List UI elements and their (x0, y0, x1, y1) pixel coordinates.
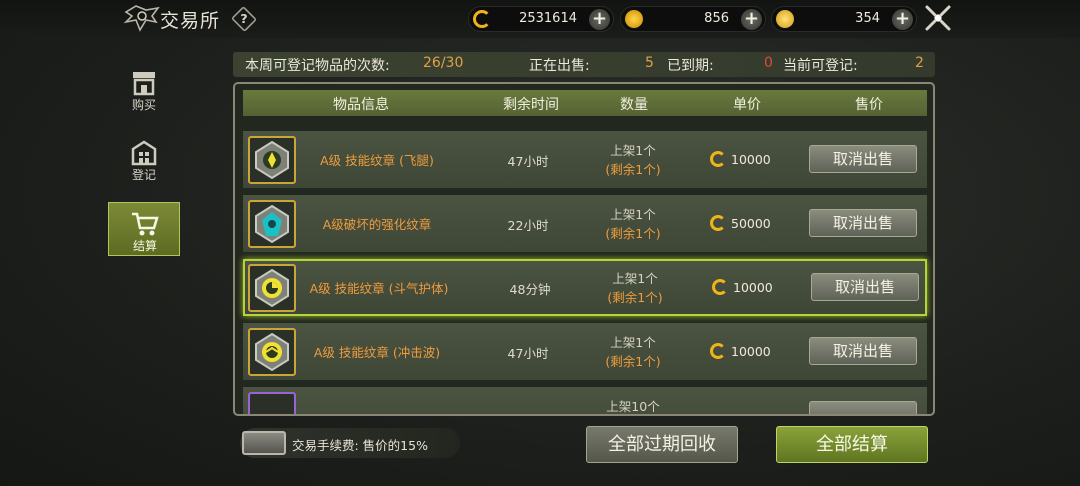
emblem-icon (248, 200, 296, 248)
gem-currency-display: 354 + (771, 6, 917, 32)
quantity: 上架1个 (剩余1个) (593, 333, 673, 371)
quantity-remaining: (剩余1个) (605, 354, 661, 369)
close-icon[interactable] (924, 4, 952, 32)
gold-currency-display: 856 + (620, 6, 766, 32)
settle-all-button[interactable]: 全部结算 (776, 426, 928, 463)
coin-icon (473, 10, 491, 28)
remaining-time: 47小时 (507, 346, 549, 361)
quantity: 上架1个 (剩余1个) (593, 141, 673, 179)
sidebar-item-register[interactable]: 登记 (108, 132, 180, 186)
unit-price: 50000 (710, 215, 771, 231)
table-row-selected[interactable]: A级 技能纹章 (斗气护体) 48分钟 上架1个 (剩余1个) 10000 取消出… (243, 259, 927, 316)
weekly-value: 26/30 (423, 55, 464, 71)
remaining-time: 48分钟 (509, 282, 551, 297)
emblem-icon (248, 136, 296, 184)
gold-icon (625, 10, 643, 28)
coin-icon (712, 279, 728, 295)
coin-icon (710, 215, 726, 231)
item-name: A级 技能纹章 (飞腿) (320, 153, 434, 168)
remaining-time: 47小时 (507, 154, 549, 169)
header-quantity: 数量 (620, 97, 648, 113)
table-header: 物品信息 剩余时间 数量 单价 售价 (243, 90, 927, 116)
registerable-value: 2 (915, 55, 924, 71)
add-coin-button[interactable]: + (589, 9, 610, 30)
unit-price-value: 10000 (733, 280, 773, 295)
selling-label: 正在出售: (529, 58, 590, 74)
quantity-remaining: (剩余1个) (605, 162, 661, 177)
stats-bar: 本周可登记物品的次数: 26/30 正在出售: 5 已到期: 0 当前可登记: … (233, 52, 935, 77)
expired-label: 已到期: (667, 58, 714, 74)
unit-price-value: 50000 (731, 216, 771, 231)
add-gem-button[interactable]: + (892, 9, 913, 30)
unit-price: 10000 (710, 151, 771, 167)
gem-icon (776, 10, 794, 28)
selling-value: 5 (645, 55, 654, 71)
coin-amount: 2531614 (519, 11, 577, 26)
fee-info: 交易手续费: 售价的15% (240, 428, 460, 458)
unit-price: 10000 (710, 343, 771, 359)
quantity: 上架1个 (剩余1个) (595, 269, 675, 307)
table-row[interactable]: A级破坏的强化纹章 22小时 上架1个 (剩余1个) 50000 取消出售 (243, 195, 927, 252)
table-row[interactable]: 上架10个 (243, 387, 927, 414)
item-name: A级破坏的强化纹章 (322, 217, 432, 232)
gem-amount: 354 (855, 11, 880, 26)
quantity-listed: 上架1个 (610, 143, 656, 158)
quantity: 上架10个 (593, 397, 673, 414)
gold-amount: 856 (704, 11, 729, 26)
table-row[interactable]: A级 技能纹章 (飞腿) 47小时 上架1个 (剩余1个) 10000 取消出售 (243, 131, 927, 188)
quantity-listed: 上架1个 (610, 335, 656, 350)
unit-price: 10000 (712, 279, 773, 295)
header-unit-price: 单价 (733, 97, 761, 113)
unit-price-value: 10000 (731, 152, 771, 167)
dragon-logo-icon (123, 5, 160, 32)
header-time: 剩余时间 (503, 97, 559, 113)
item-name: A级 技能纹章 (斗气护体) (309, 281, 449, 296)
sidebar-item-label: 登记 (131, 168, 156, 182)
quantity-listed: 上架1个 (612, 271, 658, 286)
emblem-icon (248, 328, 296, 376)
cancel-sale-button[interactable]: 取消出售 (809, 209, 917, 237)
weekly-label: 本周可登记物品的次数: (245, 58, 390, 74)
unit-price-value: 10000 (731, 344, 771, 359)
expired-value: 0 (764, 55, 773, 71)
help-icon: ? (240, 11, 248, 27)
coin-icon (710, 343, 726, 359)
quantity: 上架1个 (剩余1个) (593, 205, 673, 243)
fee-ticket-icon (242, 431, 286, 455)
coin-icon (710, 151, 726, 167)
cancel-sale-button[interactable]: 取消出售 (809, 337, 917, 365)
quantity-remaining: (剩余1个) (607, 290, 663, 305)
sidebar-item-settle[interactable]: 结算 (108, 202, 180, 256)
sidebar-item-label: 购买 (131, 98, 156, 112)
shop-icon (133, 72, 155, 96)
sidebar-item-label: 结算 (132, 239, 157, 253)
coin-currency-display: 2531614 + (468, 6, 614, 32)
emblem-icon (248, 264, 296, 312)
sidebar-item-buy[interactable]: 购买 (108, 62, 180, 116)
quantity-listed: 上架10个 (606, 399, 660, 414)
fee-text: 交易手续费: 售价的15% (292, 438, 428, 453)
item-name: A级 技能纹章 (冲击波) (313, 345, 441, 360)
reclaim-expired-button[interactable]: 全部过期回收 (586, 426, 738, 463)
help-button[interactable]: ? (230, 5, 258, 33)
cancel-sale-button[interactable]: 取消出售 (809, 145, 917, 173)
register-icon (131, 140, 157, 166)
table-row[interactable]: A级 技能纹章 (冲击波) 47小时 上架1个 (剩余1个) 10000 取消出售 (243, 323, 927, 380)
header-item-info: 物品信息 (333, 97, 389, 113)
quantity-listed: 上架1个 (610, 207, 656, 222)
header-sale-price: 售价 (855, 97, 883, 113)
cart-icon (132, 212, 159, 236)
cancel-sale-button[interactable]: 取消出售 (811, 273, 919, 301)
emblem-icon (248, 392, 296, 414)
remaining-time: 22小时 (507, 218, 549, 233)
registerable-label: 当前可登记: (783, 58, 858, 74)
page-title: 交易所 (160, 10, 221, 32)
add-gold-button[interactable]: + (741, 9, 762, 30)
quantity-remaining: (剩余1个) (605, 226, 661, 241)
cancel-sale-button[interactable] (809, 401, 917, 414)
top-bar: 交易所 ? 2531614 + 856 + 354 + (0, 0, 1080, 38)
listings-table: 物品信息 剩余时间 数量 单价 售价 A级 技能纹章 (飞腿) 47小时 上架1… (233, 82, 935, 416)
